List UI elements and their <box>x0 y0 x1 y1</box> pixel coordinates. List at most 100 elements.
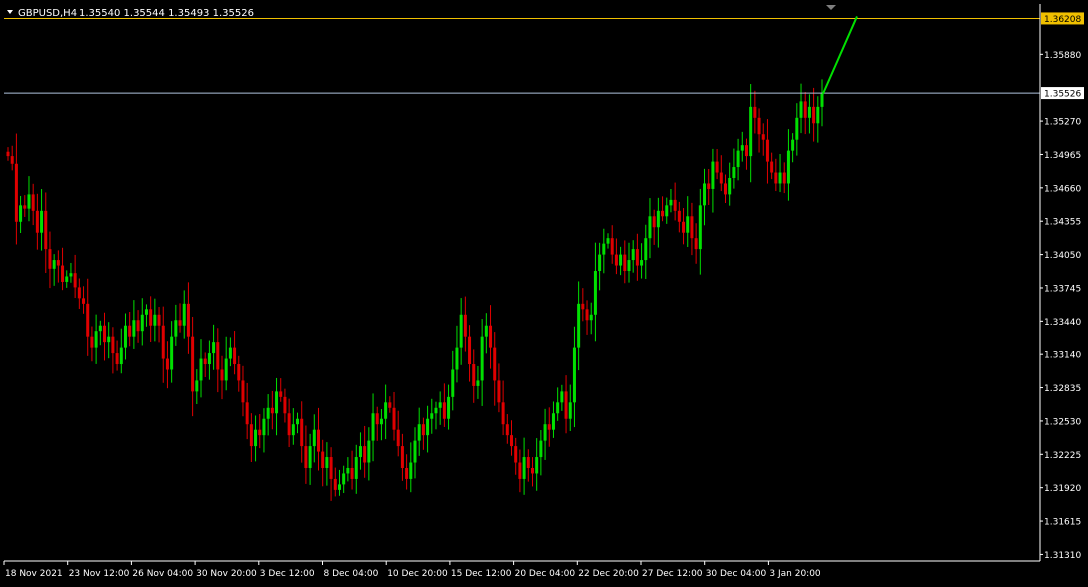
candle-body <box>241 380 245 403</box>
candle-body <box>35 210 39 233</box>
candle-body <box>518 462 522 479</box>
candle-body <box>728 177 732 195</box>
candle-body <box>384 402 388 419</box>
candle-body <box>19 205 23 222</box>
candle-body <box>27 194 31 209</box>
candle-body <box>602 243 606 255</box>
time-tick-label: 3 Dec 12:00 <box>260 569 315 579</box>
candle-body <box>669 199 673 206</box>
price-tick-label: 1.33745 <box>1044 284 1081 294</box>
candle-body <box>182 303 186 326</box>
candle-body <box>535 457 539 474</box>
candle-body <box>14 163 18 222</box>
candle-body <box>530 467 534 474</box>
candle-body <box>107 336 111 343</box>
candle-body <box>480 336 484 381</box>
candle-body <box>73 273 77 288</box>
candle-body <box>526 457 530 468</box>
candle-body <box>233 347 237 365</box>
candle-body <box>489 325 493 348</box>
candle-body <box>405 467 409 479</box>
candle-body <box>115 353 119 365</box>
candle-body <box>455 347 459 370</box>
candle-body <box>698 205 702 250</box>
candle-body <box>497 380 501 403</box>
candle-body <box>86 303 90 337</box>
candle-body <box>245 402 249 425</box>
price-tick-label: 1.32225 <box>1044 451 1081 461</box>
time-tick-label: 27 Dec 12:00 <box>642 569 703 579</box>
candle-body <box>690 216 694 239</box>
candle-body <box>421 424 425 436</box>
candle-body <box>677 210 681 222</box>
candle-body <box>568 402 572 419</box>
candle-body <box>585 309 589 321</box>
candlestick-chart[interactable]: 1.36208 1.35526 1.35880 1.35270 1.34965 1.34… <box>0 0 1088 583</box>
candle-body <box>203 358 207 365</box>
candle-body <box>581 303 585 310</box>
candle-body <box>48 249 52 269</box>
candle-body <box>715 161 719 173</box>
candle-body <box>354 457 358 479</box>
price-tick-label: 1.31310 <box>1044 551 1081 561</box>
price-tick-label: 1.32530 <box>1044 417 1081 427</box>
candle-body <box>228 347 232 359</box>
candle-body <box>132 320 136 337</box>
candle-body <box>195 380 199 392</box>
time-tick-label: 15 Dec 12:00 <box>451 569 512 579</box>
candle-body <box>665 205 669 217</box>
candle-body <box>812 106 816 124</box>
candle-body <box>52 260 56 269</box>
candle-body <box>459 314 463 348</box>
candle-body <box>547 424 551 430</box>
candle-body <box>191 336 195 392</box>
price-tick-label: 1.31920 <box>1044 484 1081 494</box>
candle-body <box>749 106 753 157</box>
candle-body <box>275 391 279 414</box>
candle-body <box>258 429 262 436</box>
time-tick-label: 18 Nov 2021 <box>5 569 63 579</box>
candle-body <box>358 446 362 458</box>
chart-window[interactable]: 1.36208 1.35526 1.35880 1.35270 1.34965 1.34… <box>0 0 1088 583</box>
candle-body <box>333 478 337 490</box>
candle-body <box>703 183 707 206</box>
candle-body <box>350 467 354 479</box>
time-tick-label: 3 Jan 20:00 <box>769 569 821 579</box>
time-tick-label: 30 Dec 04:00 <box>706 569 767 579</box>
time-tick-label: 26 Nov 04:00 <box>132 569 193 579</box>
candle-body <box>426 418 430 436</box>
candle-body <box>539 440 543 458</box>
candle-body <box>128 325 132 337</box>
candle-body <box>661 210 665 217</box>
candle-body <box>31 194 35 211</box>
candle-body <box>774 172 778 184</box>
candle-body <box>476 380 480 386</box>
candle-body <box>237 364 241 381</box>
candle-body <box>10 156 14 164</box>
candle-body <box>165 358 169 370</box>
time-tick-label: 30 Nov 20:00 <box>196 569 257 579</box>
candle-body <box>375 413 379 425</box>
candle-body <box>736 150 740 168</box>
candle-body <box>816 106 820 124</box>
time-tick-label: 22 Dec 20:00 <box>578 569 639 579</box>
candle-body <box>631 249 635 261</box>
candle-body <box>82 298 86 304</box>
candle-body <box>610 238 614 255</box>
candle-body <box>161 325 165 359</box>
candle-body <box>686 216 690 233</box>
candle-body <box>270 407 274 414</box>
candle-body <box>577 303 581 348</box>
candle-body <box>111 336 115 354</box>
candle-body <box>606 238 610 244</box>
price-level-label: 1.35526 <box>1044 90 1081 100</box>
candle-body <box>438 402 442 408</box>
candle-body <box>287 413 291 436</box>
candle-body <box>262 418 266 436</box>
candle-body <box>614 254 618 266</box>
time-tick-label: 20 Dec 04:00 <box>515 569 576 579</box>
candle-body <box>522 457 526 479</box>
price-tick-label: 1.35880 <box>1044 51 1081 61</box>
candle-body <box>178 320 182 326</box>
candle-body <box>501 402 505 425</box>
